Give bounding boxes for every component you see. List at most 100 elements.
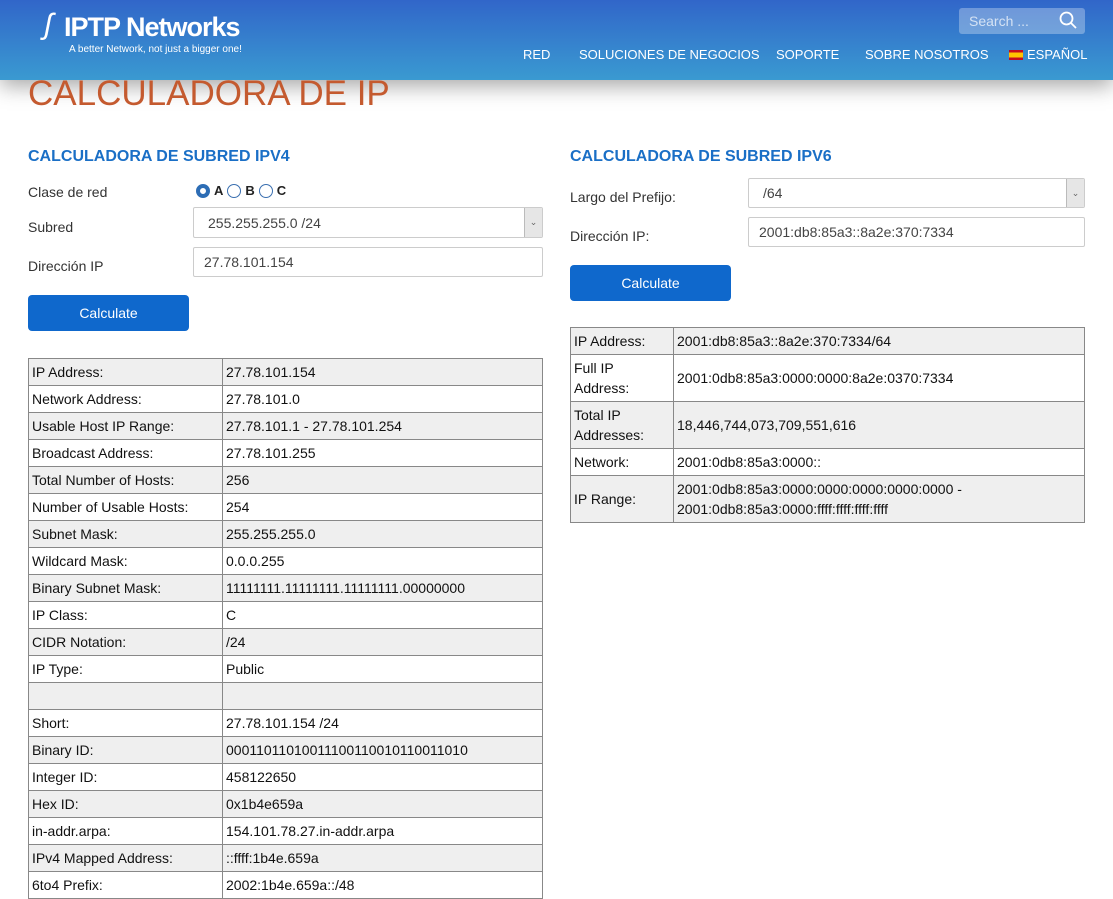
- chevron-down-icon: ⌄: [524, 208, 542, 237]
- ipv4-heading: CALCULADORA DE SUBRED IPV4: [28, 148, 290, 165]
- page-title: CALCULADORA DE IP: [28, 74, 390, 113]
- result-value: 0x1b4e659a: [222, 790, 543, 818]
- search-input[interactable]: [959, 8, 1054, 34]
- result-value: 18,446,744,073,709,551,616: [673, 401, 1085, 449]
- nav-soluciones[interactable]: SOLUCIONES DE NEGOCIOS: [579, 47, 760, 62]
- result-value: 256: [222, 466, 543, 494]
- subnet-select[interactable]: 255.255.255.0 /24 ⌄: [193, 207, 543, 238]
- ipv6-heading: CALCULADORA DE SUBRED IPV6: [570, 148, 832, 165]
- result-value: 11111111.11111111.11111111.00000000: [222, 574, 543, 602]
- nav-sobre-nosotros[interactable]: SOBRE NOSOTROS: [865, 47, 989, 62]
- logo-name: IPTP Networks: [64, 12, 241, 42]
- language-label: ESPAÑOL: [1027, 47, 1088, 62]
- prefix-label: Largo del Prefijo:: [570, 189, 676, 205]
- result-label: 6to4 Prefix:: [28, 871, 223, 899]
- ipv4-ip-input[interactable]: 27.78.101.154: [193, 247, 543, 277]
- table-row: Binary Subnet Mask: 11111111.11111111.111…: [28, 574, 543, 602]
- result-value: 27.78.101.154: [222, 358, 543, 386]
- spain-flag-icon: [1009, 50, 1023, 60]
- ipv4-results-table: IP Address: 27.78.101.154 Network Address:…: [28, 358, 543, 899]
- result-label: IP Range:: [570, 475, 674, 523]
- nav-soporte[interactable]: SOPORTE: [776, 47, 839, 62]
- result-label: Broadcast Address:: [28, 439, 223, 467]
- result-label: Usable Host IP Range:: [28, 412, 223, 440]
- table-row: Broadcast Address: 27.78.101.255: [28, 439, 543, 467]
- nav-language[interactable]: ESPAÑOL: [1009, 47, 1087, 62]
- result-label: Binary Subnet Mask:: [28, 574, 223, 602]
- subnet-label: Subred: [28, 219, 74, 235]
- chevron-down-icon: ⌄: [1066, 179, 1084, 207]
- result-value: 27.78.101.255: [222, 439, 543, 467]
- result-label: Full IP Address:: [570, 354, 674, 402]
- result-value: ::ffff:1b4e.659a: [222, 844, 543, 872]
- result-value: 254: [222, 493, 543, 521]
- result-value: 458122650: [222, 763, 543, 791]
- prefix-value: /64: [763, 185, 783, 201]
- nav-red[interactable]: RED: [523, 47, 550, 62]
- result-value: 255.255.255.0: [222, 520, 543, 548]
- result-value: 27.78.101.154 /24: [222, 709, 543, 737]
- class-radio-group: A B C: [196, 183, 286, 198]
- table-row: Hex ID: 0x1b4e659a: [28, 790, 543, 818]
- radio-label-a: A: [214, 183, 224, 198]
- result-value: 154.101.78.27.in-addr.arpa: [222, 817, 543, 845]
- ipv6-ip-value: 2001:db8:85a3::8a2e:370:7334: [759, 224, 954, 240]
- table-row: Network Address: 27.78.101.0: [28, 385, 543, 413]
- table-row: IP Type: Public: [28, 655, 543, 683]
- table-row: Number of Usable Hosts: 254: [28, 493, 543, 521]
- ipv4-calculate-button[interactable]: Calculate: [28, 295, 189, 331]
- result-value: Public: [222, 655, 543, 683]
- result-label: Hex ID:: [28, 790, 223, 818]
- result-value: 2002:1b4e.659a::/48: [222, 871, 543, 899]
- table-row: IPv4 Mapped Address:::ffff:1b4e.659a: [28, 844, 543, 872]
- result-label: IP Class:: [28, 601, 223, 629]
- radio-class-b[interactable]: [227, 183, 242, 198]
- search-icon[interactable]: [1059, 11, 1077, 34]
- result-value: 27.78.101.1 - 27.78.101.254: [222, 412, 543, 440]
- result-label: Short:: [28, 709, 223, 737]
- table-row: IP Address: 2001:db8:85a3::8a2e:370:7334/…: [570, 327, 1085, 355]
- result-label: Subnet Mask:: [28, 520, 223, 548]
- result-label: [28, 682, 223, 710]
- result-label: Network Address:: [28, 385, 223, 413]
- result-value: 2001:db8:85a3::8a2e:370:7334/64: [673, 327, 1085, 355]
- result-value: 2001:0db8:85a3:0000::: [673, 448, 1085, 476]
- result-value: /24: [222, 628, 543, 656]
- main-nav: RED SOLUCIONES DE NEGOCIOS SOPORTE SOBRE…: [0, 47, 1113, 65]
- table-row: in-addr.arpa: 154.101.78.27.in-addr.arpa: [28, 817, 543, 845]
- table-row: Usable Host IP Range: 27.78.101.1 - 27.78…: [28, 412, 543, 440]
- table-row: Total IP Addresses: 18,446,744,073,709,55…: [570, 401, 1085, 449]
- result-value: 00011011010011100110010110011010: [222, 736, 543, 764]
- result-value: 2001:0db8:85a3:0000:0000:8a2e:0370:7334: [673, 354, 1085, 402]
- result-value: 27.78.101.0: [222, 385, 543, 413]
- result-label: Integer ID:: [28, 763, 223, 791]
- table-row: Wildcard Mask: 0.0.0.255: [28, 547, 543, 575]
- result-value: C: [222, 601, 543, 629]
- fish-logo-icon: ʃ: [44, 8, 53, 41]
- table-row: IP Address: 27.78.101.154: [28, 358, 543, 386]
- result-label: IP Address:: [28, 358, 223, 386]
- result-label: IP Address:: [570, 327, 674, 355]
- ipv6-calculate-button[interactable]: Calculate: [570, 265, 731, 301]
- table-row: Full IP Address: 2001:0db8:85a3:0000:0000…: [570, 354, 1085, 402]
- table-row: IP Class: C: [28, 601, 543, 629]
- result-label: IP Type:: [28, 655, 223, 683]
- table-row: Subnet Mask: 255.255.255.0: [28, 520, 543, 548]
- radio-class-a[interactable]: [196, 183, 210, 198]
- radio-label-b: B: [245, 183, 255, 198]
- ipv6-ip-input[interactable]: 2001:db8:85a3::8a2e:370:7334: [748, 217, 1085, 247]
- result-value: 2001:0db8:85a3:0000:0000:0000:0000:0000 …: [673, 475, 1085, 523]
- result-label: IPv4 Mapped Address:: [28, 844, 223, 872]
- ipv6-ip-label: Dirección IP:: [570, 228, 650, 244]
- ip-label: Dirección IP: [28, 258, 104, 274]
- site-header: ʃ IPTP Networks A better Network, not ju…: [0, 0, 1113, 80]
- search-box: [959, 8, 1085, 34]
- radio-class-c[interactable]: [258, 183, 273, 198]
- prefix-select[interactable]: /64 ⌄: [748, 178, 1085, 208]
- result-label: Total Number of Hosts:: [28, 466, 223, 494]
- result-label: Binary ID:: [28, 736, 223, 764]
- table-row: Binary ID: 000110110100111001100101100110…: [28, 736, 543, 764]
- table-row: [28, 682, 543, 710]
- result-label: Total IP Addresses:: [570, 401, 674, 449]
- table-row: Network: 2001:0db8:85a3:0000::: [570, 448, 1085, 476]
